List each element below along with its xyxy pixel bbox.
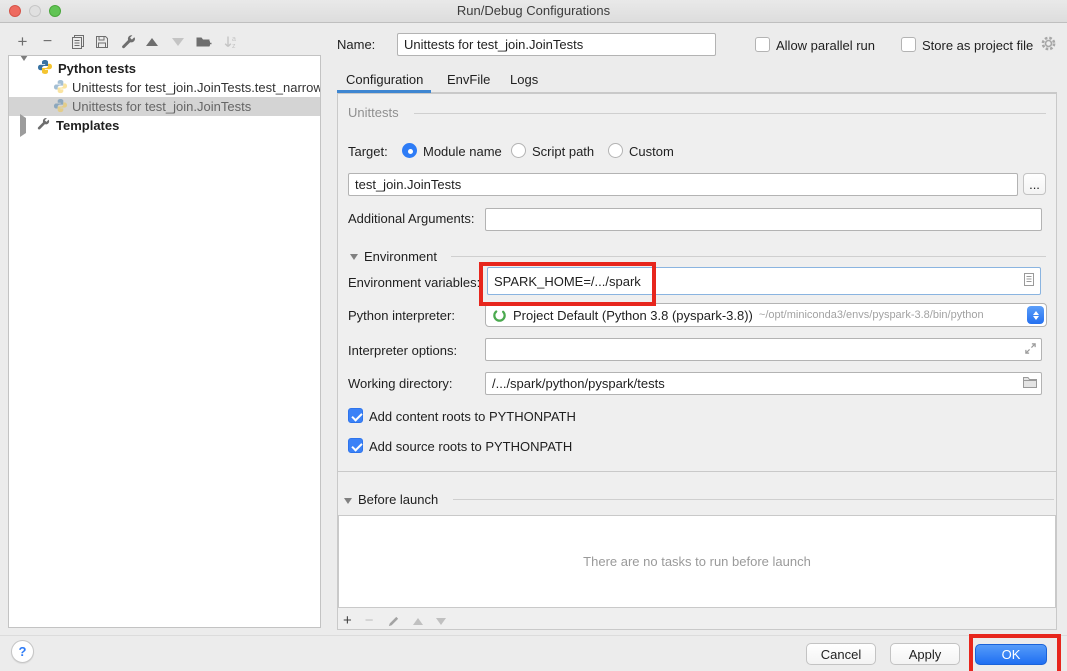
before-launch-empty-text: There are no tasks to run before launch xyxy=(583,554,811,569)
tree-item-label[interactable]: Unittests for test_join.JoinTests.test_n… xyxy=(72,80,321,95)
python-interpreter-path: ~/opt/miniconda3/envs/pyspark-3.8/bin/py… xyxy=(759,309,984,321)
tree-item-templates[interactable]: Templates xyxy=(9,116,320,135)
environment-variables-input[interactable] xyxy=(487,267,1041,295)
save-icon[interactable] xyxy=(93,33,110,50)
help-button[interactable]: ? xyxy=(11,640,34,663)
svg-text:a: a xyxy=(232,36,236,43)
unittests-group-bottom-border xyxy=(338,471,1056,472)
unittests-group-title: Unittests xyxy=(348,105,399,120)
tab-logs[interactable]: Logs xyxy=(510,72,538,87)
interpreter-options-label: Interpreter options: xyxy=(348,343,457,358)
add-content-roots-label[interactable]: Add content roots to PYTHONPATH xyxy=(369,409,576,424)
python-icon xyxy=(37,59,53,78)
sort-icon: az xyxy=(222,33,239,50)
additional-arguments-input[interactable] xyxy=(485,208,1042,231)
configurations-tree: Python tests Unittests for test_join.Joi… xyxy=(8,55,321,628)
chevron-down-icon[interactable] xyxy=(20,61,28,76)
python-interpreter-select[interactable]: Project Default (Python 3.8 (pyspark-3.8… xyxy=(485,303,1047,327)
target-script-path-label[interactable]: Script path xyxy=(532,144,594,159)
select-stepper-icon[interactable] xyxy=(1027,306,1044,324)
wrench-icon xyxy=(36,117,50,134)
folder-icon[interactable] xyxy=(1022,376,1051,392)
store-as-project-file-label[interactable]: Store as project file xyxy=(922,38,1033,53)
before-launch-toolbar: + − xyxy=(343,613,446,629)
ok-button[interactable]: OK xyxy=(975,644,1047,665)
target-custom-label[interactable]: Custom xyxy=(629,144,674,159)
footer-divider xyxy=(0,635,1067,636)
section-divider xyxy=(451,256,1046,257)
target-label: Target: xyxy=(348,144,388,159)
add-icon[interactable]: + xyxy=(343,613,352,629)
tree-item-label[interactable]: Python tests xyxy=(58,61,136,76)
python-faded-icon xyxy=(53,79,68,97)
python-interpreter-value: Project Default (Python 3.8 (pyspark-3.8… xyxy=(513,308,753,323)
move-up-icon[interactable] xyxy=(143,33,160,50)
name-input[interactable] xyxy=(397,33,716,56)
add-icon[interactable]: + xyxy=(14,33,31,50)
target-script-path-radio[interactable] xyxy=(511,143,526,158)
conda-icon xyxy=(492,308,507,323)
move-up-icon xyxy=(413,618,423,625)
tree-item-unittests-narrow[interactable]: Unittests for test_join.JoinTests.test_n… xyxy=(9,78,320,97)
remove-icon: − xyxy=(365,613,374,629)
name-label: Name: xyxy=(337,37,375,52)
group-divider xyxy=(414,113,1046,114)
move-down-icon xyxy=(169,33,186,50)
collapse-environment-icon[interactable] xyxy=(350,254,358,260)
add-content-roots-checkbox[interactable] xyxy=(348,408,363,423)
edit-icon xyxy=(387,615,400,628)
browse-button[interactable]: ... xyxy=(1023,173,1046,195)
configuration-panel: Unittests Target: Module name Script pat… xyxy=(337,93,1057,630)
tree-item-unittests-selected[interactable]: Unittests for test_join.JoinTests xyxy=(9,97,320,116)
title-bar: Run/Debug Configurations xyxy=(0,0,1067,23)
target-module-name-label[interactable]: Module name xyxy=(423,144,502,159)
additional-arguments-label: Additional Arguments: xyxy=(348,211,474,226)
working-directory-label: Working directory: xyxy=(348,376,453,391)
copy-icon[interactable] xyxy=(69,33,86,50)
add-source-roots-checkbox[interactable] xyxy=(348,438,363,453)
module-name-input[interactable] xyxy=(348,173,1018,196)
tab-configuration[interactable]: Configuration xyxy=(346,72,423,87)
tab-envfile[interactable]: EnvFile xyxy=(447,72,490,87)
collapse-before-launch-icon[interactable] xyxy=(344,498,352,504)
before-launch-section-title[interactable]: Before launch xyxy=(358,492,438,507)
allow-parallel-run-label[interactable]: Allow parallel run xyxy=(776,38,875,53)
target-custom-radio[interactable] xyxy=(608,143,623,158)
python-faded-icon xyxy=(53,98,68,116)
allow-parallel-run-checkbox[interactable] xyxy=(755,37,770,52)
cancel-button[interactable]: Cancel xyxy=(806,643,876,665)
before-launch-task-list: There are no tasks to run before launch xyxy=(338,515,1056,608)
target-module-name-radio[interactable] xyxy=(402,143,417,158)
environment-variables-label: Environment variables: xyxy=(348,275,480,290)
chevron-right-icon[interactable] xyxy=(20,118,26,133)
svg-text:z: z xyxy=(232,43,236,50)
remove-icon[interactable]: − xyxy=(39,33,56,50)
python-interpreter-label: Python interpreter: xyxy=(348,308,455,323)
run-debug-configurations-dialog: Run/Debug Configurations + − az Python t… xyxy=(0,0,1067,671)
tree-item-label[interactable]: Templates xyxy=(56,118,119,133)
store-as-project-file-checkbox[interactable] xyxy=(901,37,916,52)
environment-section-title[interactable]: Environment xyxy=(364,249,437,264)
edit-templates-icon[interactable] xyxy=(119,33,136,50)
interpreter-options-input[interactable] xyxy=(485,338,1042,361)
gear-icon[interactable] xyxy=(1040,35,1057,55)
working-directory-input[interactable] xyxy=(485,372,1042,395)
add-source-roots-label[interactable]: Add source roots to PYTHONPATH xyxy=(369,439,572,454)
move-down-icon xyxy=(436,618,446,625)
apply-button[interactable]: Apply xyxy=(890,643,960,665)
section-divider xyxy=(453,499,1054,500)
env-vars-editor-icon[interactable] xyxy=(1022,272,1051,290)
window-title: Run/Debug Configurations xyxy=(0,3,1067,18)
new-folder-icon[interactable] xyxy=(195,33,212,50)
expand-field-icon[interactable] xyxy=(1024,342,1051,358)
tree-item-label[interactable]: Unittests for test_join.JoinTests xyxy=(72,99,251,114)
tree-item-python-tests[interactable]: Python tests xyxy=(9,59,320,78)
